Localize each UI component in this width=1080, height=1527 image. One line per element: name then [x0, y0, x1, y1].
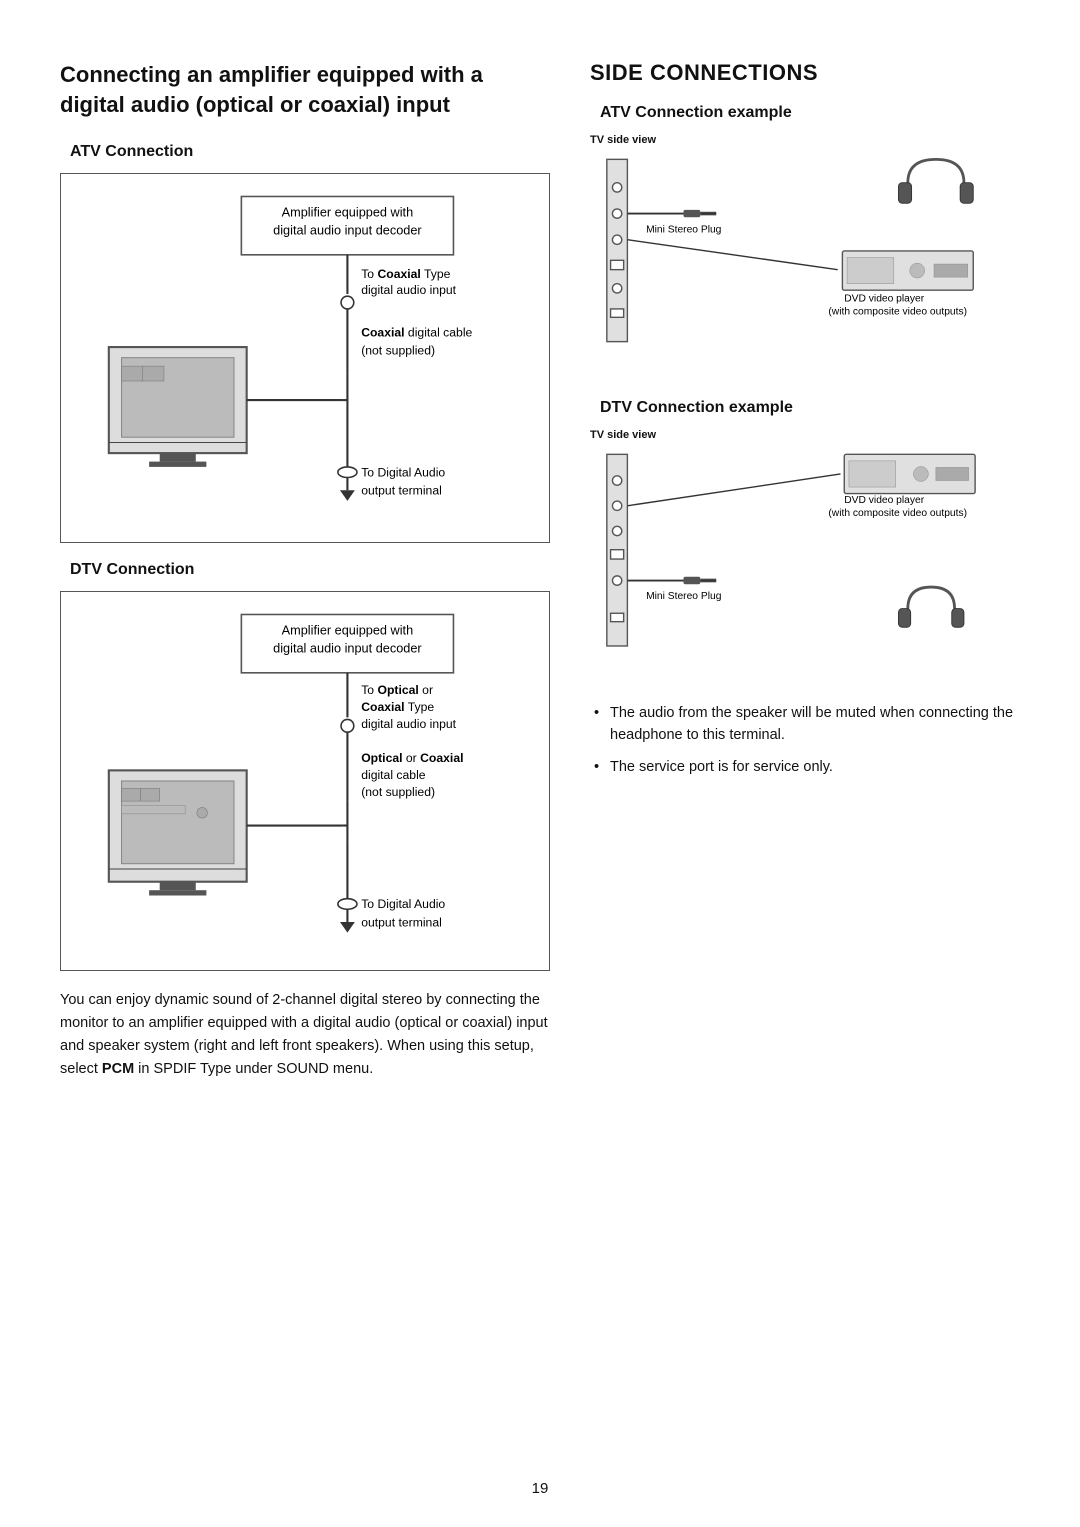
svg-text:(not supplied): (not supplied) — [361, 785, 435, 799]
atv-tv-side-label: TV side view — [590, 134, 1020, 146]
svg-text:Coaxial digital cable: Coaxial digital cable — [361, 326, 472, 340]
svg-text:(not supplied): (not supplied) — [361, 344, 435, 358]
svg-text:digital audio input decoder: digital audio input decoder — [273, 223, 422, 238]
atv-side-diagram: TV side view — [590, 134, 1020, 369]
svg-text:DVD video player: DVD video player — [844, 495, 924, 506]
svg-text:Mini Stereo Plug: Mini Stereo Plug — [646, 224, 722, 235]
svg-text:Amplifier equipped with: Amplifier equipped with — [282, 205, 414, 220]
atv-example-heading: ATV Connection example — [600, 104, 1020, 122]
page-number: 19 — [532, 1480, 549, 1497]
dtv-diagram-svg: Amplifier equipped with digital audio in… — [77, 606, 533, 956]
right-column: SIDE CONNECTIONS ATV Connection example … — [590, 60, 1020, 1467]
atv-diagram-svg: Amplifier equipped with digital audio in… — [77, 188, 533, 527]
svg-text:digital cable: digital cable — [361, 768, 426, 782]
bullet-item-1: The audio from the speaker will be muted… — [590, 703, 1020, 747]
svg-text:DVD video player: DVD video player — [844, 293, 924, 304]
svg-text:To Optical or: To Optical or — [361, 683, 433, 697]
svg-text:output terminal: output terminal — [361, 915, 442, 929]
section-title: SIDE CONNECTIONS — [590, 60, 1020, 86]
svg-text:digital audio input: digital audio input — [361, 283, 456, 297]
svg-text:To Digital Audio: To Digital Audio — [361, 897, 445, 911]
bottom-text: You can enjoy dynamic sound of 2-channel… — [60, 989, 550, 1082]
dtv-connection-diagram: Amplifier equipped with digital audio in… — [60, 591, 550, 971]
svg-text:digital audio input: digital audio input — [361, 717, 456, 731]
svg-text:Amplifier equipped with: Amplifier equipped with — [282, 622, 414, 637]
dtv-tv-side-label: TV side view — [590, 429, 1020, 441]
svg-text:To Digital Audio: To Digital Audio — [361, 466, 445, 480]
svg-text:To Coaxial Type: To Coaxial Type — [361, 268, 450, 282]
bullet-item-2: The service port is for service only. — [590, 757, 1020, 779]
atv-side-svg: Mini Stereo Plug DVD video player (with … — [590, 150, 1020, 365]
svg-text:(with composite video outputs): (with composite video outputs) — [828, 307, 967, 318]
atv-connection-diagram: Amplifier equipped with digital audio in… — [60, 173, 550, 542]
svg-text:Coaxial Type: Coaxial Type — [361, 700, 434, 714]
dtv-side-svg: DVD video player (with composite video o… — [590, 445, 1020, 669]
dtv-example-heading: DTV Connection example — [600, 399, 1020, 417]
svg-text:Optical or Coaxial: Optical or Coaxial — [361, 751, 463, 765]
dtv-side-diagram: TV side view — [590, 429, 1020, 673]
svg-text:digital audio input decoder: digital audio input decoder — [273, 640, 422, 655]
dtv-connection-heading: DTV Connection — [70, 561, 550, 579]
main-title: Connecting an amplifier equipped with a … — [60, 60, 550, 119]
bullet-list: The audio from the speaker will be muted… — [590, 703, 1020, 778]
left-column: Connecting an amplifier equipped with a … — [60, 60, 550, 1467]
svg-text:(with composite video outputs): (with composite video outputs) — [828, 508, 967, 519]
svg-text:output terminal: output terminal — [361, 484, 442, 498]
atv-connection-heading: ATV Connection — [70, 143, 550, 161]
svg-text:Mini Stereo Plug: Mini Stereo Plug — [646, 591, 722, 602]
